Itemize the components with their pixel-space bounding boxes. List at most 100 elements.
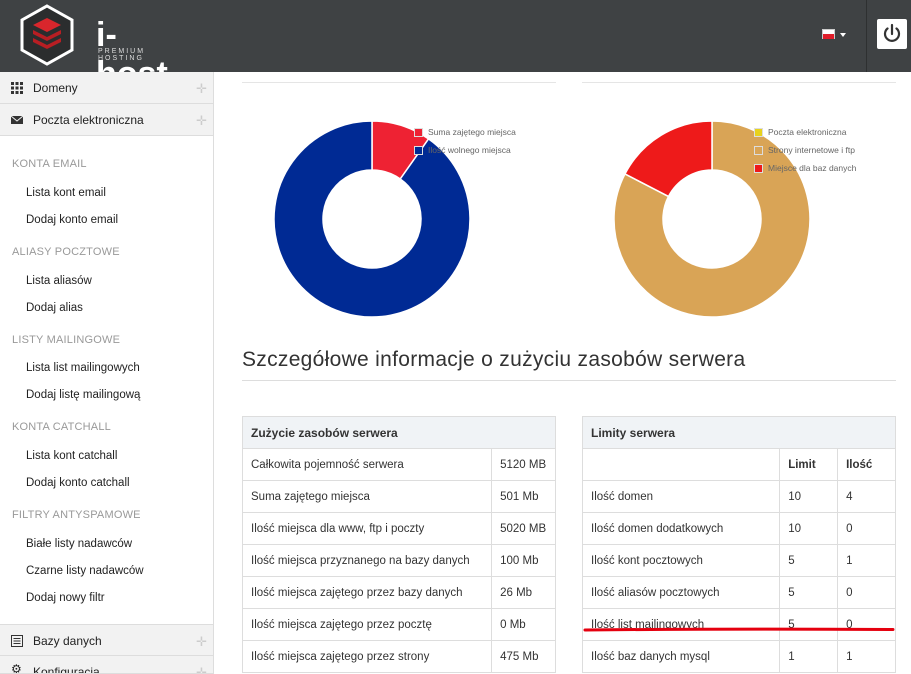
highlight-underline	[583, 627, 895, 632]
table-cell-limit: 1	[779, 640, 839, 673]
sidebar-item-poczta[interactable]: Poczta elektroniczna ✛	[0, 104, 213, 136]
table-row: Ilość list mailingowych 5 0	[581, 608, 896, 641]
sidebar-link-lista-kont-email[interactable]: Lista kont email	[26, 187, 106, 199]
legend-label: Ilość wolnego miejsca	[428, 145, 511, 155]
sidebar-item-label: Konfiguracja	[33, 665, 100, 674]
table-cell-count: 4	[837, 480, 896, 513]
section-title: Szczegółowe informacje o zużyciu zasobów…	[242, 348, 746, 371]
sidebar-link-czarne-listy[interactable]: Czarne listy nadawców	[26, 565, 144, 577]
sidebar-item-bazy-danych[interactable]: Bazy danych ✛	[0, 624, 213, 656]
gear-icon: ⚙	[11, 662, 22, 674]
table-cell-count: 0	[837, 512, 896, 545]
sidebar-item-label: Poczta elektroniczna	[33, 113, 144, 127]
table-header-row: Limity serwera	[582, 416, 896, 449]
table-title: Limity serwera	[582, 416, 896, 449]
table-cell-label: Ilość kont pocztowych	[581, 544, 781, 577]
table-column-header-row: Limit Ilość	[581, 448, 896, 481]
table-header-row: Zużycie zasobów serwera	[242, 416, 556, 449]
table-cell-limit: 10	[779, 480, 839, 513]
table-cell-value: 475 Mb	[491, 640, 556, 673]
table-cell-value: 5120 MB	[491, 448, 556, 481]
column-header-limit: Limit	[779, 448, 839, 481]
brand-logo-icon	[20, 4, 74, 66]
table-cell-label: Ilość list mailingowych	[581, 608, 781, 641]
top-bar: i-host PREMIUM HOSTING	[0, 0, 911, 93]
sidebar-link-biale-listy[interactable]: Białe listy nadawców	[26, 538, 132, 550]
table-cell-value: 5020 MB	[491, 512, 556, 545]
expand-icon: ✛	[196, 81, 207, 96]
sidebar-item-label: Bazy danych	[33, 634, 102, 648]
legend-swatch	[754, 164, 763, 173]
table-row: Ilość miejsca zajętego przez pocztę 0 Mb	[241, 608, 556, 641]
sidebar-group-heading: KONTA EMAIL	[12, 158, 87, 170]
sidebar-link-dodaj-filtr[interactable]: Dodaj nowy filtr	[26, 592, 105, 604]
expand-icon: ✛	[196, 665, 207, 674]
table-cell-count: 1	[837, 544, 896, 577]
table-cell-label: Ilość miejsca zajętego przez strony	[241, 640, 493, 673]
expand-icon: ✛	[196, 634, 207, 649]
table-cell-count: 0	[837, 576, 896, 609]
pl-flag-icon[interactable]	[822, 29, 835, 39]
table-cell-label: Ilość domen	[581, 480, 781, 513]
table-cell-limit: 5	[779, 576, 839, 609]
table-row: Ilość miejsca dla www, ftp i poczty 5020 …	[241, 512, 556, 545]
table-cell-label: Suma zajętego miejsca	[241, 480, 493, 513]
table-title: Zużycie zasobów serwera	[242, 416, 556, 449]
limits-table: Limity serwera Limit Ilość Ilość domen 10 4…	[581, 416, 896, 673]
sidebar-link-lista-aliasow[interactable]: Lista aliasów	[26, 275, 92, 287]
table-cell-value: 100 Mb	[491, 544, 556, 577]
sidebar-item-domeny[interactable]: Domeny ✛	[0, 72, 213, 104]
table-row: Ilość miejsca zajętego przez bazy danych…	[241, 576, 556, 609]
sidebar-item-konfiguracja[interactable]: ⚙ Konfiguracja ✛	[0, 656, 213, 674]
sidebar-group-heading: KONTA CATCHALL	[12, 421, 111, 433]
legend-label: Strony internetowe i ftp	[768, 145, 855, 155]
table-row: Całkowita pojemność serwera 5120 MB	[241, 448, 556, 481]
column-header-count: Ilość	[837, 448, 896, 481]
table-cell-limit: 5	[779, 608, 839, 641]
sidebar-link-lista-list-mailingowych[interactable]: Lista list mailingowych	[26, 362, 140, 374]
sidebar-link-dodaj-konto-catchall[interactable]: Dodaj konto catchall	[26, 477, 130, 489]
legend-label: Poczta elektroniczna	[768, 127, 847, 137]
sidebar-link-lista-kont-catchall[interactable]: Lista kont catchall	[26, 450, 117, 462]
brand-logo[interactable]: i-host PREMIUM HOSTING	[16, 4, 186, 93]
sidebar-link-dodaj-konto-email[interactable]: Dodaj konto email	[26, 214, 118, 226]
table-cell-label: Ilość aliasów pocztowych	[581, 576, 781, 609]
sidebar-item-label: Domeny	[33, 81, 78, 95]
table-cell-label: Ilość domen dodatkowych	[581, 512, 781, 545]
sidebar: Domeny ✛ Poczta elektroniczna ✛ KONTA EM…	[0, 72, 214, 674]
legend-swatch	[754, 146, 763, 155]
power-icon	[883, 23, 901, 42]
main-content: Suma zajętego miejsca Ilość wolnego miej…	[214, 72, 911, 674]
legend-swatch	[414, 128, 423, 137]
table-row: Ilość miejsca zajętego przez strony 475 M…	[241, 640, 556, 673]
table-cell-value: 0 Mb	[491, 608, 556, 641]
chart-header-line	[582, 82, 896, 83]
expand-icon: ✛	[196, 113, 207, 128]
chevron-down-icon[interactable]	[840, 33, 846, 37]
logout-button[interactable]	[877, 19, 907, 49]
list-icon	[11, 635, 23, 647]
legend-swatch	[754, 128, 763, 137]
sidebar-link-dodaj-alias[interactable]: Dodaj alias	[26, 302, 83, 314]
table-cell-value: 501 Mb	[491, 480, 556, 513]
table-cell-count: 0	[837, 608, 896, 641]
table-row: Ilość miejsca przyznanego na bazy danych…	[241, 544, 556, 577]
legend-label: Suma zajętego miejsca	[428, 127, 516, 137]
sidebar-group-heading: LISTY MAILINGOWE	[12, 334, 121, 346]
brand-tagline: PREMIUM HOSTING	[98, 48, 146, 62]
table-row: Ilość domen dodatkowych 10 0	[581, 512, 896, 545]
sidebar-link-dodaj-liste-mailingowa[interactable]: Dodaj listę mailingową	[26, 389, 140, 401]
table-row: Ilość baz danych mysql 1 1	[581, 640, 896, 673]
table-cell-label: Ilość miejsca przyznanego na bazy danych	[241, 544, 493, 577]
table-row: Ilość kont pocztowych 5 1	[581, 544, 896, 577]
sidebar-group-heading: ALIASY POCZTOWE	[12, 246, 120, 258]
table-row: Ilość aliasów pocztowych 5 0	[581, 576, 896, 609]
legend-label: Miejsce dla baz danych	[768, 163, 857, 173]
table-cell-label: Ilość baz danych mysql	[581, 640, 781, 673]
divider	[866, 0, 867, 72]
table-row: Ilość domen 10 4	[581, 480, 896, 513]
table-cell-limit: 5	[779, 544, 839, 577]
legend-swatch	[414, 146, 423, 155]
table-cell-label: Ilość miejsca zajętego przez pocztę	[241, 608, 493, 641]
table-cell-label: Całkowita pojemność serwera	[241, 448, 493, 481]
